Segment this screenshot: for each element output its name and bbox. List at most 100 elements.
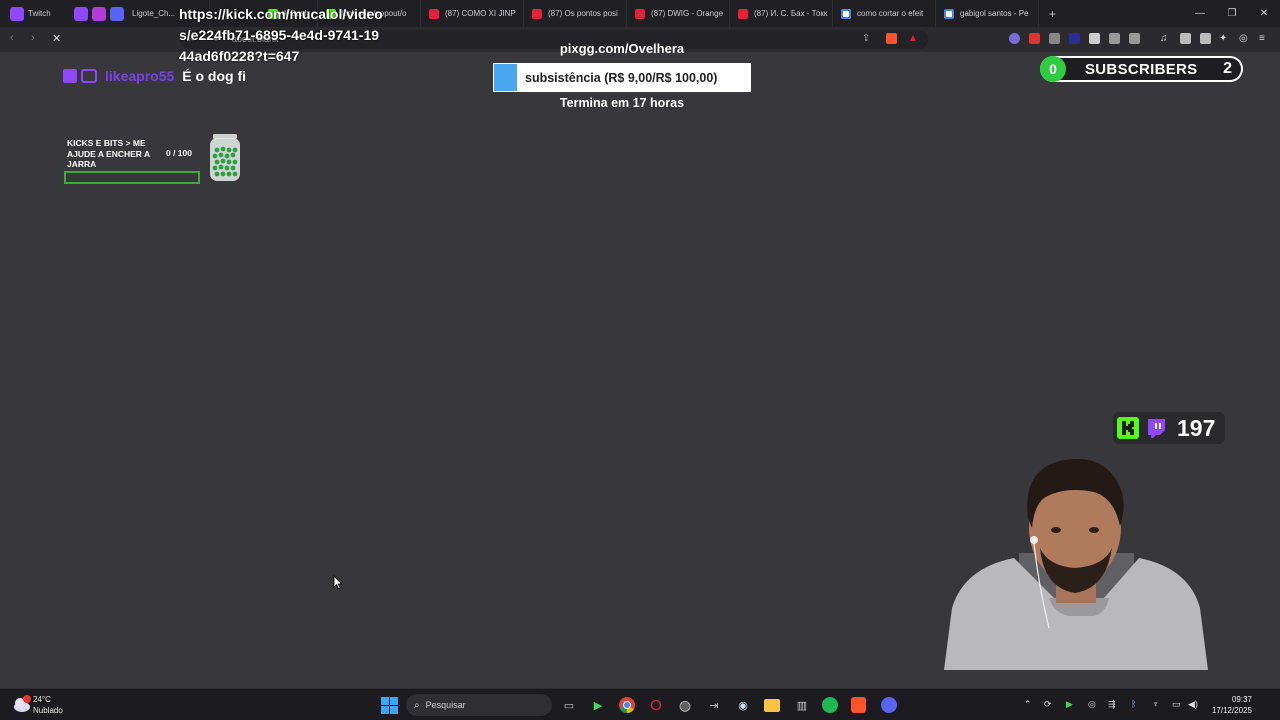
puzzle-icon[interactable] xyxy=(1109,33,1120,44)
youtube-icon xyxy=(532,8,542,19)
steam-icon[interactable]: ◉ xyxy=(734,696,752,714)
chrome-icon[interactable] xyxy=(618,696,636,714)
cloud-icon[interactable] xyxy=(12,694,34,714)
windows-start-icon[interactable] xyxy=(381,697,398,714)
back-icon[interactable]: ‹ xyxy=(10,32,14,44)
minimize-icon[interactable]: — xyxy=(1184,8,1216,19)
tab-google-2[interactable]: gabigol santos - Pe xyxy=(936,0,1039,27)
tab-label: como cortar o efeit xyxy=(857,9,924,18)
twitch-pinned-icon[interactable] xyxy=(74,6,88,21)
spotify-icon[interactable] xyxy=(822,697,838,713)
volume-icon[interactable]: ◀) xyxy=(1188,699,1198,710)
sub-right-count: 2 xyxy=(1223,60,1232,77)
subscriber-counter: 0 SUBSCRIBERS 2 xyxy=(1040,56,1243,82)
tray-app-icon[interactable]: ⇶ xyxy=(1108,699,1116,710)
extension-icon[interactable] xyxy=(1049,33,1060,44)
chat-username: likeapro55 xyxy=(105,68,175,84)
goal-progress-fill xyxy=(494,64,517,91)
discord-pinned-icon[interactable] xyxy=(110,6,124,21)
goal-text: subsistência (R$ 9,00/R$ 100,00) xyxy=(525,70,718,85)
tab-youtube-3[interactable]: (87) DWIG - Orange xyxy=(627,0,730,27)
tab-youtube-1[interactable]: (87) COMO XI JINP xyxy=(421,0,524,27)
app-icon[interactable]: ⇥ xyxy=(705,696,723,714)
jar-goal-title: KICKS E BITS > ME AJUDE A ENCHER A JARRA xyxy=(67,138,150,169)
tab-youtube-4[interactable]: (87) И. С. Бах - Токк xyxy=(730,0,833,27)
heart-pinned-icon[interactable] xyxy=(92,6,106,21)
youtube-icon xyxy=(429,8,439,19)
bluetooth-icon[interactable]: ᛒ xyxy=(1131,699,1136,709)
windows-taskbar: 24°C Nublado ⌕ Pesquisar ▭ ▶ O ◍ ⇥ ◉ ▥ ⌃… xyxy=(0,688,1280,720)
twitch-logo-icon xyxy=(1148,419,1165,438)
tray-app-icon[interactable]: ◎ xyxy=(1088,699,1096,710)
extension-icon[interactable] xyxy=(1089,33,1100,44)
search-icon: ⌕ xyxy=(414,699,420,711)
share-icon[interactable]: ⇪ xyxy=(862,33,870,44)
jar-progress-bar xyxy=(64,171,200,184)
tray-play-icon[interactable]: ▶ xyxy=(1066,699,1073,710)
wallet-icon[interactable] xyxy=(1200,33,1211,44)
tab-label: gabigol santos - Pe xyxy=(960,9,1029,18)
youtube-icon xyxy=(738,8,748,19)
tab-label: Twitch xyxy=(28,9,51,18)
stop-loading-icon[interactable]: ✕ xyxy=(52,32,61,45)
tab-google-1[interactable]: como cortar o efeit xyxy=(833,0,936,27)
weather-description: Nublado xyxy=(33,706,63,715)
kick-logo-icon xyxy=(1117,417,1139,439)
twitch-icon xyxy=(63,69,77,83)
viewer-count: 197 xyxy=(1177,414,1216,441)
sidebar-icon[interactable] xyxy=(1180,33,1191,44)
tab-youtube-2[interactable]: (87) Os pontos posi xyxy=(524,0,627,27)
donation-goal-bar: subsistência (R$ 9,00/R$ 100,00) xyxy=(493,63,751,92)
app-icon[interactable]: ▥ xyxy=(793,696,811,714)
vpn-icon[interactable]: ◎ xyxy=(1239,33,1248,44)
sub-label: SUBSCRIBERS xyxy=(1085,60,1198,78)
tray-sync-icon[interactable]: ⟳ xyxy=(1044,699,1052,710)
brave-shields-icon[interactable] xyxy=(886,33,897,44)
brave-icon[interactable] xyxy=(851,697,866,713)
chat-message: likeapro55 É o dog fi xyxy=(63,68,246,84)
chat-badge-icon xyxy=(81,69,97,83)
extension-icon[interactable] xyxy=(1029,33,1040,44)
kick-video-url-overlay: https://kick.com/mucalol/videos/e224fb71… xyxy=(179,6,383,64)
jar-icon xyxy=(210,134,240,181)
tab-twitch[interactable]: Twitch xyxy=(24,0,70,27)
restore-icon[interactable]: ❐ xyxy=(1216,8,1248,19)
menu-icon[interactable]: ≡ xyxy=(1259,33,1265,44)
opera-icon[interactable]: O xyxy=(647,696,665,714)
pix-url: pixgg.com/Ovelhera xyxy=(559,41,685,56)
clock-time[interactable]: 09:37 xyxy=(1214,695,1252,704)
viewer-counter: 197 xyxy=(1113,412,1225,444)
google-icon xyxy=(841,8,851,19)
obs-icon[interactable]: ◍ xyxy=(676,696,694,714)
tab-label: Ligote_Ch... xyxy=(132,9,176,18)
chat-text: É o dog fi xyxy=(182,68,247,84)
forward-icon[interactable]: › xyxy=(31,32,35,44)
extension-icon[interactable] xyxy=(1069,33,1080,44)
tab-label: (87) COMO XI JINP xyxy=(445,9,516,18)
youtube-icon xyxy=(635,8,645,19)
close-window-icon[interactable]: ✕ xyxy=(1248,8,1280,19)
twitch-pinned-icon[interactable] xyxy=(10,6,24,21)
new-tab-button[interactable]: + xyxy=(1039,7,1066,21)
leo-ai-icon[interactable]: ✦ xyxy=(1219,33,1227,44)
extension-icon[interactable] xyxy=(1009,33,1020,44)
tab-label: (87) Os pontos posi xyxy=(548,9,618,18)
network-icon[interactable]: ▭ xyxy=(1172,699,1181,710)
microphone-icon[interactable]: ♆ xyxy=(1152,699,1159,709)
discord-icon[interactable] xyxy=(881,697,897,713)
google-icon xyxy=(944,8,954,19)
weather-temperature: 24°C xyxy=(33,695,51,704)
taskbar-search[interactable]: ⌕ Pesquisar xyxy=(406,694,552,716)
jar-goal-count: 0 / 100 xyxy=(166,148,192,158)
tray-chevron-icon[interactable]: ⌃ xyxy=(1024,699,1032,710)
extension-icon[interactable] xyxy=(1129,33,1140,44)
search-placeholder: Pesquisar xyxy=(425,700,466,710)
brave-rewards-icon[interactable]: ▲ xyxy=(908,33,918,44)
mouse-cursor-icon xyxy=(333,575,343,590)
media-player-icon[interactable]: ▶ xyxy=(589,696,607,714)
webcam-feed xyxy=(944,458,1208,670)
task-view-icon[interactable]: ▭ xyxy=(560,696,578,714)
media-icon[interactable]: ♫ xyxy=(1160,33,1168,44)
clock-date[interactable]: 17/12/2025 xyxy=(1204,706,1252,715)
file-explorer-icon[interactable] xyxy=(764,699,780,712)
